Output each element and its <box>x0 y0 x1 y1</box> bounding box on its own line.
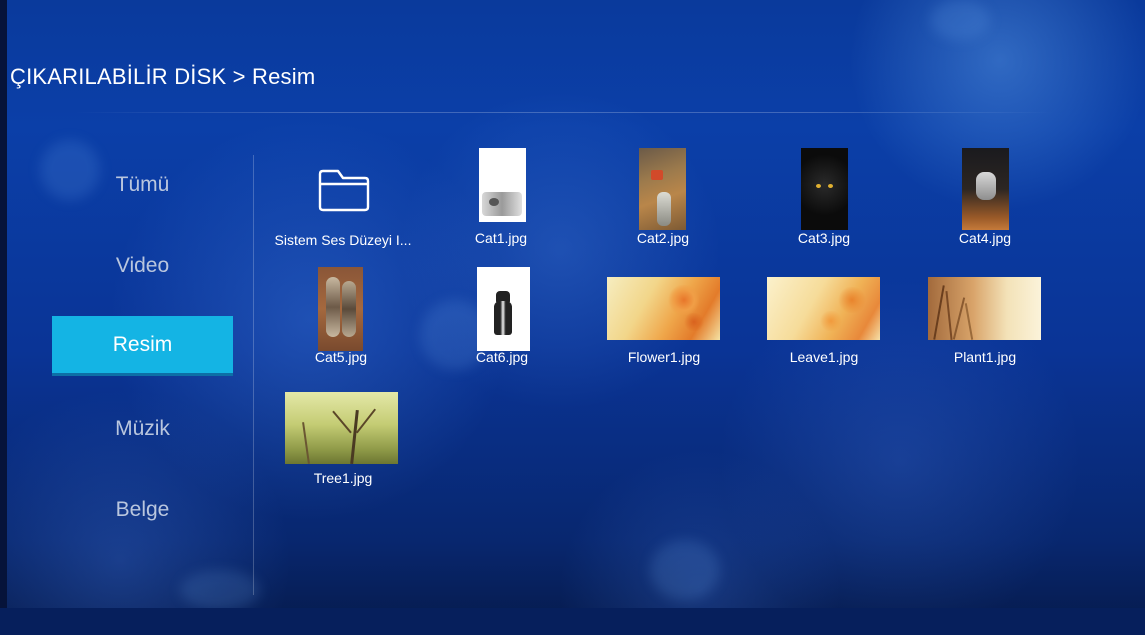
image-thumbnail <box>928 277 1041 340</box>
file-name: Cat6.jpg <box>475 349 529 365</box>
file-tile-image[interactable]: Cat1.jpg <box>426 146 576 256</box>
breadcrumb: ÇIKARILABİLİR DİSK > Resim <box>10 64 316 89</box>
file-tile-image[interactable]: Cat5.jpg <box>266 265 416 375</box>
image-thumbnail <box>767 277 880 340</box>
screen-frame-left <box>0 0 7 635</box>
file-tile-image[interactable]: Tree1.jpg <box>268 380 418 490</box>
file-tile-image[interactable]: Leave1.jpg <box>749 265 899 375</box>
file-tile-image[interactable]: Plant1.jpg <box>910 265 1060 375</box>
screen-frame-bottom <box>0 608 1145 635</box>
sidebar-item-all[interactable]: Tümü <box>52 155 233 215</box>
file-name: Sistem Ses Düzeyi I... <box>274 232 412 248</box>
background-bokeh <box>930 0 990 40</box>
image-thumbnail <box>477 267 530 351</box>
sidebar-item-photo[interactable]: Resim <box>52 316 233 376</box>
file-name: Cat2.jpg <box>636 230 690 246</box>
image-thumbnail <box>285 392 398 464</box>
file-name: Tree1.jpg <box>313 470 373 486</box>
file-tile-image[interactable]: Flower1.jpg <box>589 265 739 375</box>
sidebar-item-label: Belge <box>115 498 170 521</box>
file-tile-image[interactable]: Cat6.jpg <box>427 265 577 375</box>
file-name: Plant1.jpg <box>953 349 1017 365</box>
file-tile-image[interactable]: Cat4.jpg <box>910 146 1060 256</box>
image-thumbnail <box>479 148 526 222</box>
image-thumbnail <box>801 148 848 230</box>
folder-icon <box>318 169 370 212</box>
image-thumbnail <box>639 148 686 230</box>
image-thumbnail <box>962 148 1009 230</box>
file-name: Flower1.jpg <box>627 349 701 365</box>
file-tile-image[interactable]: Cat3.jpg <box>749 146 899 256</box>
file-name: Cat5.jpg <box>314 349 368 365</box>
background-bokeh <box>180 570 260 610</box>
sidebar-divider <box>253 155 254 595</box>
sidebar-item-label: Resim <box>112 332 173 356</box>
header-divider <box>75 112 1055 113</box>
sidebar-item-music[interactable]: Müzik <box>52 399 233 459</box>
sidebar-item-label: Müzik <box>115 417 170 440</box>
sidebar-item-label: Video <box>115 254 170 277</box>
file-name: Cat3.jpg <box>797 230 851 246</box>
sidebar-item-label: Tümü <box>115 173 170 196</box>
file-name: Cat1.jpg <box>474 230 528 246</box>
sidebar-item-document[interactable]: Belge <box>52 480 233 540</box>
background-bokeh <box>650 540 720 600</box>
file-name: Cat4.jpg <box>958 230 1012 246</box>
image-thumbnail <box>607 277 720 340</box>
sidebar-item-video[interactable]: Video <box>52 236 233 296</box>
file-name: Leave1.jpg <box>789 349 859 365</box>
image-thumbnail <box>318 267 363 351</box>
file-tile-image[interactable]: Cat2.jpg <box>588 146 738 256</box>
file-tile-folder[interactable]: Sistem Ses Düzeyi I... <box>268 150 418 260</box>
